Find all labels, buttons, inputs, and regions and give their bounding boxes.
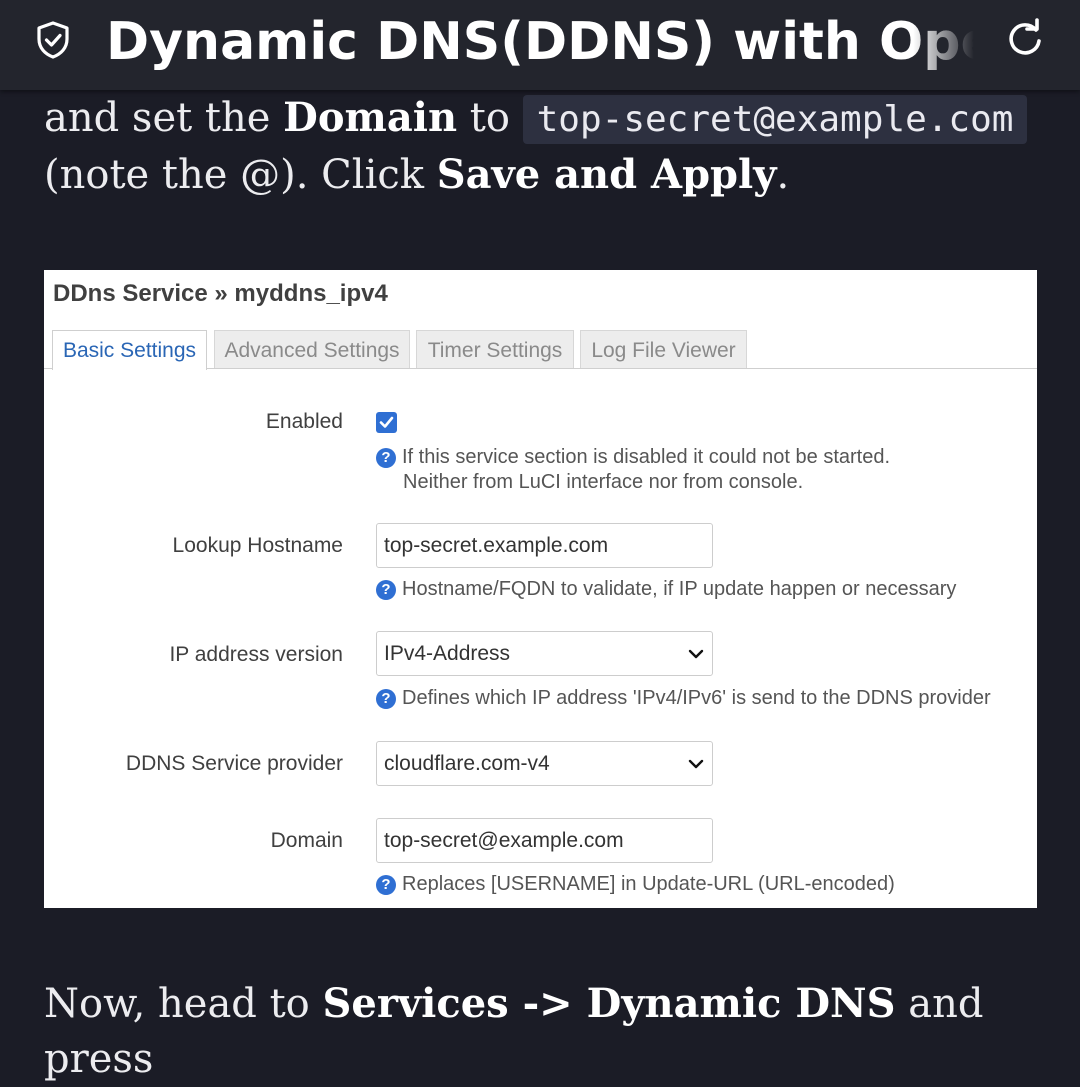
bold-text: Save and Apply [436,151,777,198]
enabled-checkbox[interactable] [376,412,397,433]
paragraph-text: . [776,152,790,198]
ip-version-label: IP address version [169,643,343,666]
ip-version-value: IPv4-Address [384,642,511,665]
article-paragraph: Now, head to Services -> Dynamic DNS and… [44,976,1044,1087]
inline-code: top-secret@example.com [522,95,1028,144]
ip-version-help: ? Defines which IP address 'IPv4/IPv6' is… [376,686,991,711]
domain-input[interactable]: top-secret@example.com [376,818,713,863]
ip-version-select[interactable]: IPv4-Address [376,631,713,676]
service-provider-value: cloudflare.com-v4 [384,752,550,775]
reload-icon[interactable] [1003,17,1047,61]
checkmark-icon [379,416,394,428]
help-text: Defines which IP address 'IPv4/IPv6' is … [402,687,991,709]
enabled-help: ? If this service section is disabled it … [376,445,890,495]
paragraph-text: and set the [44,95,284,141]
lookup-hostname-input[interactable]: top-secret.example.com [376,523,713,568]
top-app-bar: Dynamic DNS(DDNS) with OpenWRT [0,0,1080,90]
ddns-settings-screenshot: DDns Service » myddns_ipv4 Basic Setting… [44,270,1037,908]
tab-advanced-settings[interactable]: Advanced Settings [214,330,410,368]
enabled-label: Enabled [265,410,343,433]
article-paragraph: and set the Domain to top-secret@example… [44,90,1044,203]
help-icon: ? [376,689,396,709]
domain-help: ? Replaces [USERNAME] in Update-URL (URL-… [376,872,895,897]
lookup-hostname-help: ? Hostname/FQDN to validate, if IP update… [376,577,956,602]
help-text: Hostname/FQDN to validate, if IP update … [402,578,957,600]
paragraph-text: Now, head to [44,981,323,1027]
chevron-down-icon [688,759,704,769]
paragraph-text: (note the @). Click [44,152,437,198]
help-text: Neither from LuCI interface nor from con… [403,471,804,493]
page-title: Dynamic DNS(DDNS) with OpenWRT [106,12,974,72]
shield-check-icon[interactable] [33,20,73,60]
tab-bar: Basic Settings Advanced Settings Timer S… [44,330,1037,370]
lookup-hostname-label: Lookup Hostname [172,534,343,557]
help-icon: ? [376,448,396,468]
service-provider-label: DDNS Service provider [125,752,343,775]
tab-log-file-viewer[interactable]: Log File Viewer [580,330,747,368]
help-icon: ? [376,580,396,600]
help-text: If this service section is disabled it c… [402,446,891,468]
tab-basic-settings[interactable]: Basic Settings [52,330,207,370]
tab-timer-settings[interactable]: Timer Settings [416,330,574,368]
help-icon: ? [376,875,396,895]
help-text: Replaces [USERNAME] in Update-URL (URL-e… [402,873,895,895]
domain-label: Domain [270,829,343,852]
paragraph-text: to [457,95,523,141]
bold-text: Domain [283,94,458,141]
chevron-down-icon [688,649,704,659]
section-heading: DDns Service » myddns_ipv4 [53,280,388,307]
service-provider-select[interactable]: cloudflare.com-v4 [376,741,713,786]
